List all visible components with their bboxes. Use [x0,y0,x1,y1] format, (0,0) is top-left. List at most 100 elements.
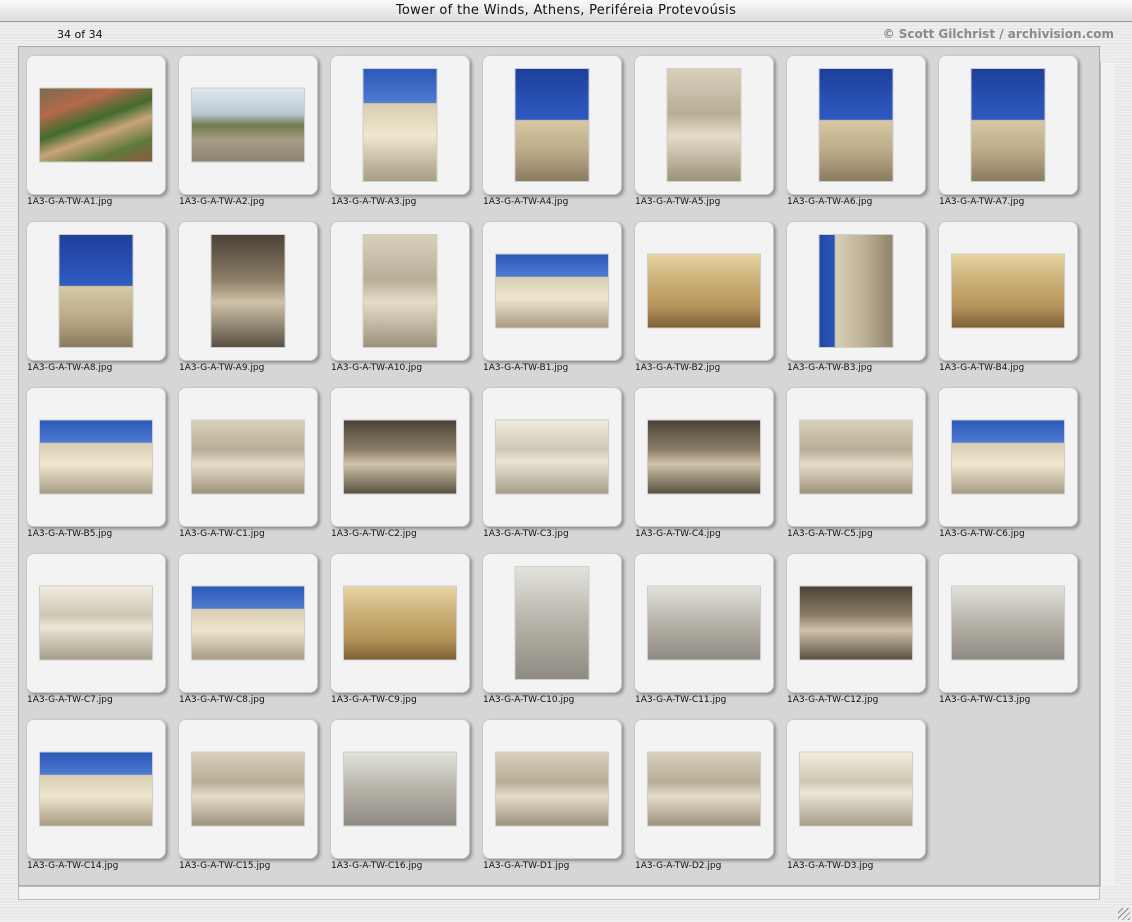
thumbnail-item[interactable]: 1A3-G-A-TW-D2.jpg [628,713,774,875]
thumbnail-item[interactable]: 1A3-G-A-TW-A9.jpg [172,215,318,377]
thumbnail-item[interactable]: 1A3-G-A-TW-C3.jpg [476,381,622,543]
thumbnail-item[interactable]: 1A3-G-A-TW-A4.jpg [476,49,622,211]
slide-frame[interactable] [330,221,470,361]
thumbnail-item[interactable]: 1A3-G-A-TW-C7.jpg [20,547,166,709]
thumbnail-image[interactable] [192,752,304,826]
slide-frame[interactable] [482,221,622,361]
thumbnail-item[interactable]: 1A3-G-A-TW-A2.jpg [172,49,318,211]
thumbnail-item[interactable]: 1A3-G-A-TW-A10.jpg [324,215,470,377]
thumbnail-item[interactable]: 1A3-G-A-TW-C11.jpg [628,547,774,709]
slide-frame[interactable] [330,719,470,859]
thumbnail-item[interactable]: 1A3-G-A-TW-A6.jpg [780,49,926,211]
thumbnail-image[interactable] [363,235,437,347]
thumbnail-image[interactable] [952,254,1064,328]
thumbnail-item[interactable]: 1A3-G-A-TW-C10.jpg [476,547,622,709]
thumbnail-image[interactable] [971,69,1045,181]
thumbnail-item[interactable]: 1A3-G-A-TW-C14.jpg [20,713,166,875]
slide-frame[interactable] [634,55,774,195]
thumbnail-image[interactable] [515,567,589,679]
slide-frame[interactable] [330,55,470,195]
thumbnail-image[interactable] [59,235,133,347]
thumbnail-image[interactable] [40,752,152,826]
thumbnail-image[interactable] [819,69,893,181]
thumbnail-image[interactable] [648,420,760,494]
thumbnail-item[interactable]: 1A3-G-A-TW-B3.jpg [780,215,926,377]
thumbnail-image[interactable] [40,586,152,660]
slide-frame[interactable] [786,55,926,195]
thumbnail-item[interactable]: 1A3-G-A-TW-D1.jpg [476,713,622,875]
thumbnail-item[interactable]: 1A3-G-A-TW-C15.jpg [172,713,318,875]
thumbnail-image[interactable] [344,586,456,660]
slide-frame[interactable] [938,221,1078,361]
thumbnail-image[interactable] [800,420,912,494]
thumbnail-image[interactable] [363,69,437,181]
slide-frame[interactable] [634,719,774,859]
thumbnail-item[interactable]: 1A3-G-A-TW-A1.jpg [20,49,166,211]
resize-grip-icon[interactable] [1118,908,1130,920]
slide-frame[interactable] [330,387,470,527]
slide-frame[interactable] [938,553,1078,693]
horizontal-scrollbar[interactable] [18,886,1100,900]
slide-frame[interactable] [26,387,166,527]
slide-frame[interactable] [634,387,774,527]
slide-frame[interactable] [178,221,318,361]
slide-frame[interactable] [178,553,318,693]
thumbnail-item[interactable]: 1A3-G-A-TW-C4.jpg [628,381,774,543]
slide-frame[interactable] [482,55,622,195]
thumbnail-image[interactable] [515,69,589,181]
thumbnail-item[interactable]: 1A3-G-A-TW-B4.jpg [932,215,1078,377]
thumbnail-image[interactable] [344,420,456,494]
slide-frame[interactable] [26,553,166,693]
thumbnail-item[interactable]: 1A3-G-A-TW-C2.jpg [324,381,470,543]
thumbnail-image[interactable] [819,235,893,347]
thumbnail-image[interactable] [952,586,1064,660]
slide-frame[interactable] [178,55,318,195]
thumbnail-image[interactable] [211,235,285,347]
thumbnail-item[interactable]: 1A3-G-A-TW-A5.jpg [628,49,774,211]
thumbnail-image[interactable] [667,69,741,181]
thumbnail-item[interactable]: 1A3-G-A-TW-C16.jpg [324,713,470,875]
thumbnail-image[interactable] [648,586,760,660]
slide-frame[interactable] [786,553,926,693]
slide-frame[interactable] [634,553,774,693]
slide-frame[interactable] [482,553,622,693]
thumbnail-item[interactable]: 1A3-G-A-TW-C5.jpg [780,381,926,543]
slide-frame[interactable] [786,387,926,527]
slide-frame[interactable] [786,221,926,361]
slide-frame[interactable] [26,221,166,361]
thumbnail-item[interactable]: 1A3-G-A-TW-A8.jpg [20,215,166,377]
thumbnail-image[interactable] [192,420,304,494]
slide-frame[interactable] [26,719,166,859]
thumbnail-item[interactable]: 1A3-G-A-TW-C6.jpg [932,381,1078,543]
thumbnail-image[interactable] [496,254,608,328]
thumbnail-image[interactable] [648,254,760,328]
thumbnail-image[interactable] [648,752,760,826]
thumbnail-item[interactable]: 1A3-G-A-TW-A7.jpg [932,49,1078,211]
thumbnail-item[interactable]: 1A3-G-A-TW-C13.jpg [932,547,1078,709]
slide-frame[interactable] [178,719,318,859]
slide-frame[interactable] [482,719,622,859]
slide-frame[interactable] [786,719,926,859]
slide-frame[interactable] [482,387,622,527]
slide-frame[interactable] [26,55,166,195]
thumbnail-item[interactable]: 1A3-G-A-TW-B2.jpg [628,215,774,377]
thumbnail-image[interactable] [800,752,912,826]
thumbnail-image[interactable] [496,420,608,494]
thumbnail-item[interactable]: 1A3-G-A-TW-D3.jpg [780,713,926,875]
thumbnail-item[interactable]: 1A3-G-A-TW-C1.jpg [172,381,318,543]
thumbnail-image[interactable] [192,88,304,162]
thumbnail-item[interactable]: 1A3-G-A-TW-C8.jpg [172,547,318,709]
thumbnail-image[interactable] [496,752,608,826]
thumbnail-item[interactable]: 1A3-G-A-TW-C9.jpg [324,547,470,709]
thumbnail-item[interactable]: 1A3-G-A-TW-B1.jpg [476,215,622,377]
thumbnail-item[interactable]: 1A3-G-A-TW-C12.jpg [780,547,926,709]
thumbnail-image[interactable] [40,88,152,162]
vertical-scrollbar[interactable] [1100,62,1115,886]
slide-frame[interactable] [330,553,470,693]
thumbnail-image[interactable] [40,420,152,494]
thumbnail-image[interactable] [800,586,912,660]
thumbnail-item[interactable]: 1A3-G-A-TW-B5.jpg [20,381,166,543]
slide-frame[interactable] [634,221,774,361]
slide-frame[interactable] [938,55,1078,195]
slide-frame[interactable] [178,387,318,527]
